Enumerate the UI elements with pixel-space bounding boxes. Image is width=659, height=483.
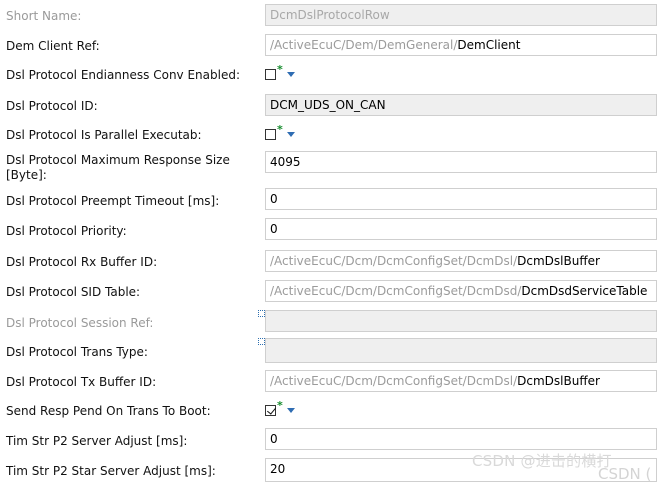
default-value-star-icon: * <box>277 123 283 136</box>
default-value-star-icon: * <box>277 399 283 412</box>
dem-client-ref-label: Dem Client Ref: <box>6 39 100 53</box>
short-name-field[interactable]: DcmDslProtocolRow <box>265 4 657 26</box>
rx-buffer-path-target: DcmDslBuffer <box>517 254 600 268</box>
dropdown-arrow-icon[interactable] <box>287 132 295 137</box>
rx-buffer-path-prefix: /ActiveEcuC/Dcm/DcmConfigSet/DcmDsl/ <box>270 254 518 268</box>
row-rx-buffer-id: Dsl Protocol Rx Buffer ID: /ActiveEcuC/D… <box>0 250 659 272</box>
protocol-row-properties-form: Short Name: DcmDslProtocolRow Dem Client… <box>0 0 659 482</box>
priority-field[interactable]: 0 <box>265 218 657 240</box>
preempt-timeout-field[interactable]: 0 <box>265 188 657 210</box>
row-priority: Dsl Protocol Priority: 0 <box>0 218 659 240</box>
row-session-ref: Dsl Protocol Session Ref: <box>0 310 659 334</box>
rx-buffer-id-label: Dsl Protocol Rx Buffer ID: <box>6 255 158 269</box>
rx-buffer-id-field[interactable]: /ActiveEcuC/Dcm/DcmConfigSet/DcmDsl/DcmD… <box>265 250 657 272</box>
watermark-fragment: CSDN ( <box>598 465 652 483</box>
endianness-conv-checkbox[interactable] <box>265 69 276 80</box>
dem-client-ref-field[interactable]: /ActiveEcuC/Dem/DemGeneral/DemClient <box>265 34 657 56</box>
session-ref-label: Dsl Protocol Session Ref: <box>6 316 154 330</box>
row-trans-type: Dsl Protocol Trans Type: <box>0 338 659 364</box>
row-preempt-timeout: Dsl Protocol Preempt Timeout [ms]: 0 <box>0 188 659 210</box>
p2-server-adjust-label: Tim Str P2 Server Adjust [ms]: <box>6 434 188 448</box>
dsl-protocol-id-label: Dsl Protocol ID: <box>6 99 98 113</box>
row-max-response-size: Dsl Protocol Maximum Response Size [Byte… <box>0 151 659 185</box>
row-short-name: Short Name: DcmDslProtocolRow <box>0 4 659 26</box>
session-ref-field[interactable] <box>265 310 657 332</box>
dropdown-arrow-icon[interactable] <box>287 72 295 77</box>
max-response-size-field[interactable]: 4095 <box>265 151 657 173</box>
watermark: CSDN @进击的横打 <box>472 452 612 470</box>
row-p2-server-adjust: Tim Str P2 Server Adjust [ms]: 0 <box>0 428 659 450</box>
send-resp-pend-checkbox[interactable] <box>265 405 276 416</box>
endianness-conv-label: Dsl Protocol Endianness Conv Enabled: <box>6 68 240 82</box>
p2-server-adjust-field[interactable]: 0 <box>265 428 657 450</box>
dropdown-arrow-icon[interactable] <box>287 408 295 413</box>
trans-type-field[interactable] <box>265 338 657 363</box>
trans-type-label: Dsl Protocol Trans Type: <box>6 345 148 359</box>
send-resp-pend-label: Send Resp Pend On Trans To Boot: <box>6 404 211 418</box>
p2-star-server-adjust-label: Tim Str P2 Star Server Adjust [ms]: <box>6 464 216 478</box>
dsl-protocol-id-field[interactable]: DCM_UDS_ON_CAN <box>265 94 657 116</box>
dem-client-ref-path-prefix: /ActiveEcuC/Dem/DemGeneral/ <box>270 38 458 52</box>
priority-label: Dsl Protocol Priority: <box>6 224 127 238</box>
row-dsl-protocol-id: Dsl Protocol ID: DCM_UDS_ON_CAN <box>0 94 659 116</box>
default-value-star-icon: * <box>277 63 283 76</box>
sid-table-label: Dsl Protocol SID Table: <box>6 285 141 299</box>
parallel-executable-label: Dsl Protocol Is Parallel Executab: <box>6 128 202 142</box>
parallel-executable-checkbox[interactable] <box>265 129 276 140</box>
reference-select-icon[interactable] <box>258 310 265 317</box>
short-name-label: Short Name: <box>6 9 82 23</box>
dem-client-ref-path-target: DemClient <box>457 38 521 52</box>
row-tx-buffer-id: Dsl Protocol Tx Buffer ID: /ActiveEcuC/D… <box>0 370 659 392</box>
row-sid-table: Dsl Protocol SID Table: /ActiveEcuC/Dcm/… <box>0 280 659 302</box>
row-dem-client-ref: Dem Client Ref: /ActiveEcuC/Dem/DemGener… <box>0 34 659 56</box>
sid-table-path-target: DcmDsdServiceTable <box>521 284 648 298</box>
preempt-timeout-label: Dsl Protocol Preempt Timeout [ms]: <box>6 194 220 208</box>
sid-table-field[interactable]: /ActiveEcuC/Dcm/DcmConfigSet/DcmDsd/DcmD… <box>265 280 657 302</box>
tx-buffer-id-field[interactable]: /ActiveEcuC/Dcm/DcmConfigSet/DcmDsl/DcmD… <box>265 370 657 392</box>
tx-buffer-path-prefix: /ActiveEcuC/Dcm/DcmConfigSet/DcmDsl/ <box>270 374 518 388</box>
sid-table-path-prefix: /ActiveEcuC/Dcm/DcmConfigSet/DcmDsd/ <box>270 284 522 298</box>
row-endianness-conv-enabled: Dsl Protocol Endianness Conv Enabled: * <box>0 63 659 84</box>
max-response-size-label: Dsl Protocol Maximum Response Size [Byte… <box>6 153 230 182</box>
row-send-resp-pend: Send Resp Pend On Trans To Boot: * <box>0 399 659 420</box>
tx-buffer-id-label: Dsl Protocol Tx Buffer ID: <box>6 375 157 389</box>
reference-select-icon[interactable] <box>258 338 265 345</box>
row-parallel-executable: Dsl Protocol Is Parallel Executab: * <box>0 123 659 144</box>
tx-buffer-path-target: DcmDslBuffer <box>517 374 600 388</box>
